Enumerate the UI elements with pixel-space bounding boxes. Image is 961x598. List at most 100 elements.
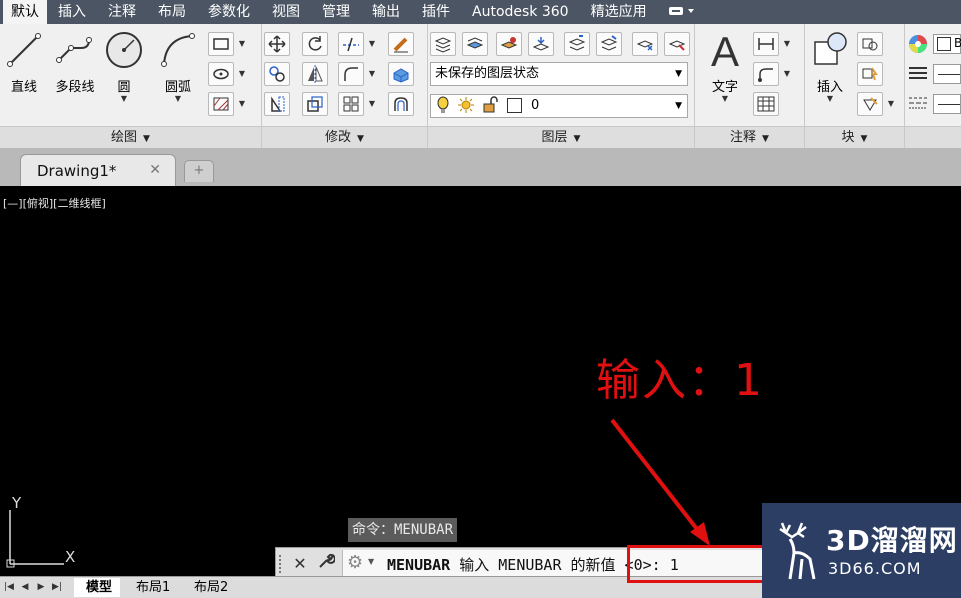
tab-output[interactable]: 输出 (361, 0, 411, 24)
draw-panel-footer[interactable]: 绘图 ▼ (0, 126, 261, 148)
deer-logo-icon (779, 522, 816, 580)
layer-state-combo[interactable]: 未保存的图层状态 ▼ (430, 62, 688, 86)
recent-commands-dropdown-icon[interactable]: ▼ (368, 557, 374, 566)
rotate-button[interactable] (302, 32, 328, 56)
lineweight-icon[interactable] (908, 66, 928, 80)
properties-panel-footer[interactable] (905, 126, 961, 148)
layer-lock-button[interactable] (664, 32, 690, 56)
create-block-icon (862, 38, 878, 51)
tab-manage[interactable]: 管理 (311, 0, 361, 24)
ribbon-minimize-button[interactable] (668, 5, 696, 20)
ellipse-dropdown-icon[interactable]: ▼ (236, 62, 248, 86)
recent-commands-icon[interactable]: ⚙ (347, 552, 363, 573)
edit-block-button[interactable] (857, 62, 883, 86)
create-block-button[interactable] (857, 32, 883, 56)
command-line-customize-icon[interactable] (314, 552, 338, 576)
command-line-grip-icon[interactable] (279, 555, 285, 573)
fillet-button[interactable] (338, 62, 364, 86)
polyline-button[interactable]: 多段线 (50, 30, 100, 95)
rectangle-button[interactable] (208, 32, 234, 56)
lineweight-combo[interactable] (933, 64, 961, 84)
svg-text:A: A (711, 28, 739, 72)
mirror-button[interactable] (302, 62, 328, 86)
explode-button[interactable] (388, 62, 414, 86)
tab-featured-apps[interactable]: 精选应用 (580, 0, 658, 24)
next-layout-icon[interactable]: ▶ (34, 580, 48, 595)
eraser-icon (393, 37, 408, 53)
linetype-icon[interactable] (908, 96, 928, 110)
tab-view[interactable]: 视图 (261, 0, 311, 24)
tab-plugins[interactable]: 插件 (411, 0, 461, 24)
document-tab[interactable]: Drawing1* ✕ (20, 154, 176, 186)
tab-parametric[interactable]: 参数化 (197, 0, 261, 24)
linetype-combo[interactable] (933, 94, 961, 114)
arc-button[interactable]: 圆弧 ▼ (158, 30, 198, 103)
layer-state-button[interactable] (462, 32, 488, 56)
layer-walk-button[interactable] (564, 32, 590, 56)
layer-copy-button[interactable] (596, 32, 622, 56)
tab-default[interactable]: 默认 (3, 0, 47, 24)
arc-dropdown-icon[interactable]: ▼ (158, 95, 198, 103)
layer-isolate-button[interactable] (496, 32, 522, 56)
table-button[interactable] (753, 92, 779, 116)
layer-on-icon[interactable] (435, 96, 451, 122)
leader-dropdown-icon[interactable]: ▼ (781, 62, 793, 86)
tab-autodesk-360[interactable]: Autodesk 360 (461, 0, 580, 24)
layer-unlock-icon[interactable] (481, 96, 499, 122)
tab-insert[interactable]: 插入 (47, 0, 97, 24)
layer-freeze-button[interactable] (632, 32, 658, 56)
layer-match-button[interactable] (528, 32, 554, 56)
hatch-button[interactable] (208, 92, 234, 116)
color-wheel-icon[interactable] (908, 34, 928, 54)
close-tab-icon[interactable]: ✕ (149, 162, 161, 178)
dimension-button[interactable] (753, 32, 779, 56)
modify-panel-footer[interactable]: 修改 ▼ (262, 126, 427, 148)
offset-button[interactable] (388, 92, 414, 116)
insert-block-button[interactable]: 插入 ▼ (811, 30, 849, 103)
last-layout-icon[interactable]: ▶| (50, 580, 64, 595)
layers-panel: 未保存的图层状态 ▼ 0 ▼ 图层 ▼ (428, 24, 695, 148)
new-tab-button[interactable]: + (184, 160, 214, 182)
tab-annotate[interactable]: 注释 (97, 0, 147, 24)
copy-button[interactable] (264, 62, 290, 86)
block-attributes-button[interactable] (857, 92, 883, 116)
text-button[interactable]: A 文字 ▼ (703, 28, 747, 103)
modify-panel-expand-icon: ▼ (357, 134, 364, 144)
trim-button[interactable] (338, 32, 364, 56)
layout-tab-model[interactable]: 模型 (74, 578, 121, 597)
array-dropdown-icon[interactable]: ▼ (366, 92, 378, 116)
block-panel-footer[interactable]: 块 ▼ (805, 126, 904, 148)
circle-button[interactable]: 圆 ▼ (104, 30, 144, 103)
dimension-dropdown-icon[interactable]: ▼ (781, 32, 793, 56)
layout-tab-layout2[interactable]: 布局2 (182, 578, 237, 597)
layout-tab-layout1[interactable]: 布局1 (124, 578, 179, 597)
leader-button[interactable] (753, 62, 779, 86)
annotation-panel-footer[interactable]: 注释 ▼ (695, 126, 804, 148)
previous-layout-icon[interactable]: ◀ (18, 580, 32, 595)
hatch-ellipse-button[interactable] (208, 62, 234, 86)
line-button[interactable]: 直线 (4, 30, 44, 95)
properties-panel: B (905, 24, 961, 148)
first-layout-icon[interactable]: |◀ (2, 580, 16, 595)
trim-dropdown-icon[interactable]: ▼ (366, 32, 378, 56)
text-dropdown-icon[interactable]: ▼ (703, 95, 747, 103)
move-button[interactable] (264, 32, 290, 56)
circle-dropdown-icon[interactable]: ▼ (104, 95, 144, 103)
hatch-dropdown-icon[interactable]: ▼ (236, 92, 248, 116)
erase-button[interactable] (388, 32, 414, 56)
command-line-close-icon[interactable]: ✕ (288, 552, 312, 576)
scale-button[interactable] (302, 92, 328, 116)
stretch-button[interactable] (264, 92, 290, 116)
rectangle-dropdown-icon[interactable]: ▼ (236, 32, 248, 56)
fillet-dropdown-icon[interactable]: ▼ (366, 62, 378, 86)
layer-properties-button[interactable] (430, 32, 456, 56)
layer-thaw-icon[interactable] (457, 96, 475, 122)
layer-combo[interactable]: 0 ▼ (430, 94, 688, 118)
layers-panel-footer[interactable]: 图层 ▼ (428, 126, 694, 148)
insert-block-dropdown-icon[interactable]: ▼ (811, 95, 849, 103)
layer-color-swatch[interactable] (507, 98, 522, 113)
color-combo[interactable]: B (933, 34, 961, 54)
tab-layout[interactable]: 布局 (147, 0, 197, 24)
array-button[interactable] (338, 92, 364, 116)
block-attributes-dropdown-icon[interactable]: ▼ (885, 92, 897, 116)
